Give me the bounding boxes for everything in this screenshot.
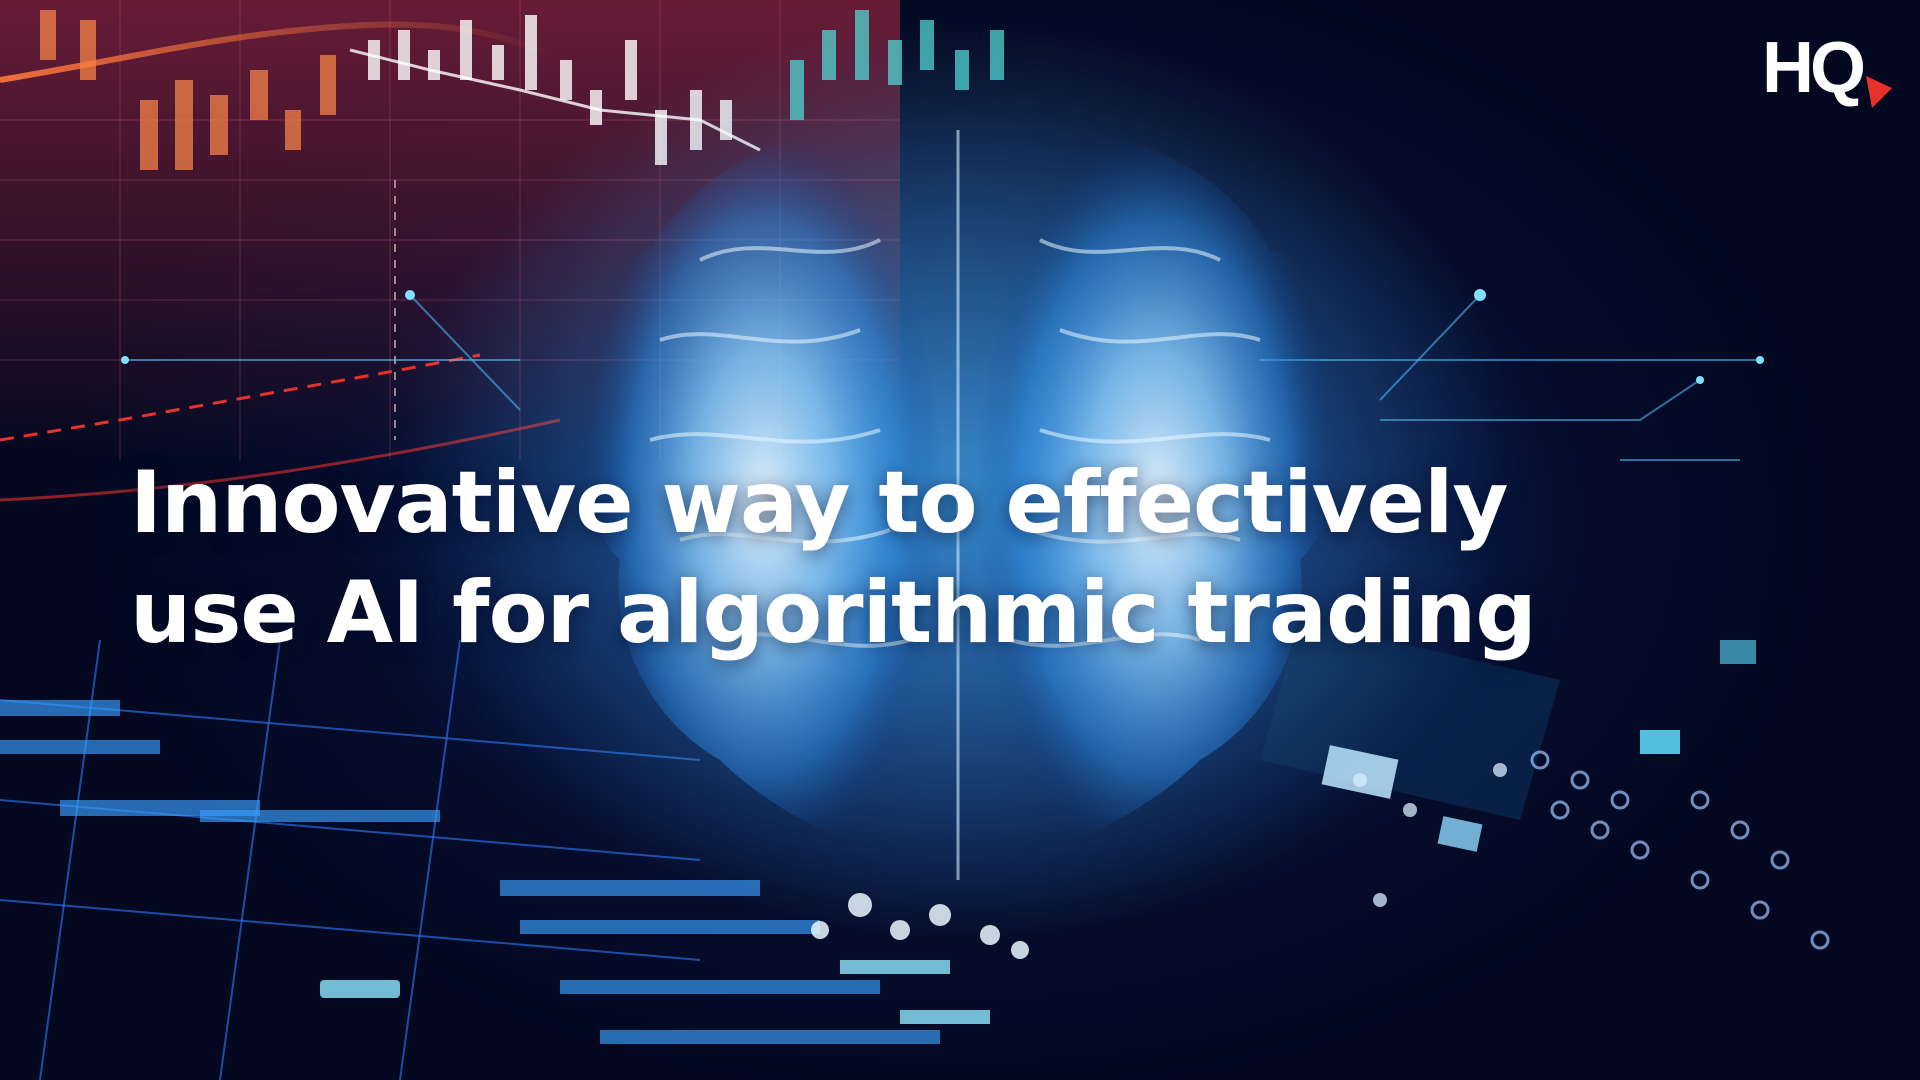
headline-line-2: use AI for algorithmic trading — [130, 563, 1537, 663]
logo-text: HQ — [1762, 28, 1863, 108]
headline: Innovative way to effectively use AI for… — [130, 448, 1830, 668]
headline-line-1: Innovative way to effectively — [130, 453, 1509, 553]
hq-logo[interactable]: HQ — [1762, 26, 1894, 110]
play-arrow-icon — [1866, 76, 1892, 108]
pcb-pads — [1530, 750, 1830, 950]
hero-banner: Innovative way to effectively use AI for… — [0, 0, 1920, 1080]
